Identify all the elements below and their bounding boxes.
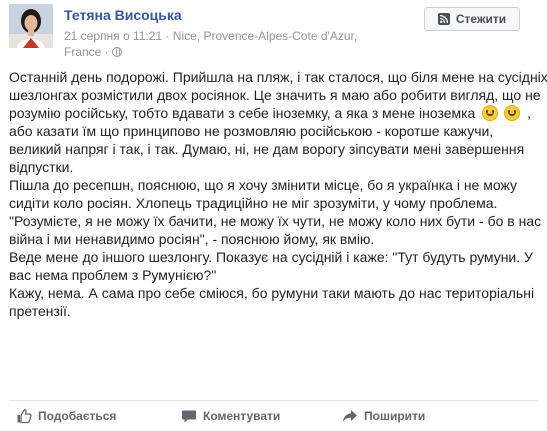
post-body: Останній день подорожі. Прийшла на пляж,… — [9, 68, 547, 320]
post-meta: 21 серпня о 11:21 · Nice, Provence-Alpes… — [64, 28, 404, 60]
post-paragraph: Останній день подорожі. Прийшла на пляж,… — [9, 68, 547, 176]
actions-divider — [9, 400, 538, 401]
post-location-country: France · — [64, 45, 109, 59]
smile-emoji-icon — [482, 105, 499, 121]
globe-icon[interactable] — [111, 47, 122, 57]
share-button[interactable]: Поширити — [342, 408, 425, 424]
comment-button-label: Коментувати — [203, 409, 281, 423]
smile-emoji-icon — [504, 105, 521, 121]
post-timestamp-location[interactable]: 21 серпня о 11:21 · Nice, Provence-Alpes… — [64, 28, 404, 44]
thumbs-up-icon — [17, 409, 32, 424]
comment-button[interactable]: Коментувати — [181, 408, 280, 424]
share-icon — [343, 410, 357, 422]
post-paragraph: Веде мене до іншого шезлонгу. Показує на… — [9, 249, 533, 283]
post-paragraph: Пішла до ресепшн, пояснюю, що я хочу змі… — [9, 177, 518, 211]
follow-button-label: Стежити — [455, 12, 507, 26]
comment-icon — [182, 410, 196, 423]
author-avatar[interactable] — [9, 4, 53, 48]
share-button-label: Поширити — [364, 409, 426, 423]
like-button-label: Подобається — [38, 409, 117, 423]
post-author-name[interactable]: Тетяна Висоцька — [64, 7, 182, 23]
post-actions-bar: Подобається Коментувати Поширити — [0, 404, 547, 431]
post-paragraph: Кажу, нема. А сама про себе сміюся, бо р… — [9, 285, 535, 319]
post-paragraph-text: Останній день подорожі. Прийшла на пляж,… — [9, 69, 547, 121]
rss-icon — [437, 13, 450, 25]
follow-button[interactable]: Стежити — [424, 7, 520, 31]
like-button[interactable]: Подобається — [16, 408, 116, 424]
post-paragraph: "Розумієте, я не можу їх бачити, не можу… — [9, 213, 542, 247]
